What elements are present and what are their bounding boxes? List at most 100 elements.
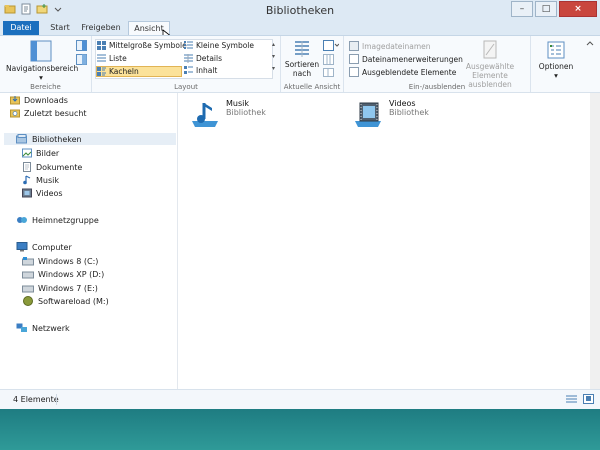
nav-item-bilder[interactable]: Bilder	[22, 147, 59, 159]
layout-mittelgrosse-symbole[interactable]: Mittelgroße Symbole	[97, 41, 187, 50]
ribbon: Navigationsbereich ▾ Bereiche Mittelgroß…	[0, 35, 600, 93]
vertical-scrollbar[interactable]	[590, 93, 600, 389]
details-pane-icon[interactable]	[76, 54, 87, 65]
ausgeblendete-elemente-checkbox[interactable]: Ausgeblendete Elemente	[349, 67, 456, 77]
navigationsbereich-button[interactable]: Navigationsbereich ▾	[6, 40, 78, 82]
tiles-icon	[97, 67, 106, 76]
nav-label: Heimnetzgruppe	[32, 215, 99, 225]
checkbox-label: Ausgeblendete Elemente	[362, 67, 457, 77]
layout-details[interactable]: Details	[184, 54, 222, 63]
tile-type: Bibliothek	[389, 108, 429, 117]
nav-item-downloads[interactable]: Downloads	[10, 94, 68, 106]
hard-drive-icon	[22, 285, 34, 292]
explorer-window: Bibliotheken – □ × Datei Start Freigeben…	[0, 0, 600, 409]
optionen-label: Optionen	[538, 62, 574, 71]
checkbox-unchecked	[349, 67, 359, 77]
window-controls: – □ ×	[511, 1, 597, 17]
nav-label: Dokumente	[36, 162, 83, 172]
nav-item-drive-m[interactable]: Softwareload (M:)	[22, 295, 109, 307]
windows-drive-icon	[22, 256, 34, 265]
list-icon	[97, 54, 106, 62]
tile-name: Musik	[226, 99, 249, 108]
sortieren-label: Sortieren nach	[284, 60, 320, 78]
preview-pane-icon[interactable]	[76, 40, 87, 51]
nav-item-bibliotheken[interactable]: Bibliotheken	[4, 133, 176, 145]
layout-kacheln[interactable]: Kacheln	[96, 66, 182, 77]
layout-option-label: Kacheln	[109, 67, 139, 76]
nav-item-zuletzt-besucht[interactable]: Zuletzt besucht	[10, 107, 87, 119]
homegroup-icon	[17, 217, 27, 223]
window-title: Bibliotheken	[265, 4, 335, 17]
nav-item-heimnetzgruppe[interactable]: Heimnetzgruppe	[16, 214, 99, 226]
nav-item-dokumente[interactable]: Dokumente	[22, 161, 82, 173]
view-switcher	[566, 394, 594, 404]
nav-item-musik[interactable]: Musik	[22, 174, 59, 186]
layout-liste[interactable]: Liste	[97, 54, 127, 63]
tile-name: Videos	[389, 99, 416, 108]
nav-label: Netzwerk	[32, 323, 70, 333]
imagedateinamen-checkbox[interactable]: Imagedateinamen	[349, 41, 431, 51]
nav-label: Softwareload (M:)	[38, 296, 109, 306]
nav-item-computer[interactable]: Computer	[16, 241, 72, 253]
tab-datei[interactable]: Datei	[3, 21, 39, 35]
nav-label: Bibliotheken	[32, 134, 82, 144]
ausgewaehlte-elemente-ausblenden-button[interactable]: Ausgewählte Elemente ausblenden	[452, 40, 528, 89]
sortieren-button[interactable]: Sortieren nach	[284, 40, 320, 78]
help-icon[interactable]	[586, 40, 594, 48]
layout-gallery-scroll[interactable]: ▴ ▾ ▾	[269, 39, 278, 77]
libraries-icon	[16, 134, 27, 144]
navigation-pane-icon	[30, 40, 52, 62]
library-tile-videos[interactable]: Videos Bibliothek	[353, 99, 429, 129]
nav-label: Windows XP (D:)	[38, 269, 105, 279]
downloads-icon	[10, 96, 20, 105]
tab-freigeben[interactable]: Freigeben	[80, 21, 122, 35]
layout-inhalt[interactable]: Inhalt	[184, 66, 217, 75]
checkbox-label: Imagedateinamen	[362, 41, 431, 51]
pictures-icon	[22, 148, 32, 158]
scroll-down-icon[interactable]: ▾	[269, 51, 278, 63]
recent-places-icon	[10, 109, 20, 118]
nav-label: Windows 7 (E:)	[38, 283, 98, 293]
hard-drive-icon	[22, 271, 34, 278]
close-button[interactable]: ×	[559, 1, 597, 17]
nav-item-videos[interactable]: Videos	[22, 187, 63, 199]
nav-label: Computer	[32, 242, 72, 252]
network-drive-icon	[23, 296, 33, 306]
tab-start[interactable]: Start	[46, 21, 74, 35]
library-tile-musik[interactable]: Musik Bibliothek	[190, 99, 266, 129]
nav-item-drive-e[interactable]: Windows 7 (E:)	[22, 282, 98, 294]
group-bereiche: Navigationsbereich ▾ Bereiche	[0, 36, 92, 92]
scroll-up-icon[interactable]: ▴	[269, 39, 278, 51]
options-icon	[547, 41, 565, 59]
chevron-down-icon: ▾	[39, 73, 43, 82]
layout-option-label: Kleine Symbole	[196, 41, 255, 50]
add-columns-icon[interactable]	[323, 54, 334, 65]
size-columns-icon[interactable]	[323, 68, 334, 77]
documents-icon	[23, 162, 31, 172]
content-icon	[184, 66, 193, 74]
expand-gallery-icon[interactable]: ▾	[269, 63, 278, 75]
layout-option-label: Liste	[109, 54, 127, 63]
item-count: 4 Elemente	[13, 395, 59, 404]
layout-option-label: Inhalt	[196, 66, 218, 75]
minimize-button[interactable]: –	[511, 1, 533, 17]
small-icons-icon	[184, 41, 193, 49]
group-label: Layout	[174, 83, 198, 91]
group-ein-ausblenden: Imagedateinamen Dateinamenerweiterungen …	[344, 36, 531, 92]
videos-library-icon	[355, 102, 381, 127]
layout-kleine-symbole[interactable]: Kleine Symbole	[184, 41, 254, 50]
group-layout: Mittelgroße Symbole Liste Kacheln Kleine…	[92, 36, 281, 92]
navigation-pane: Downloads Zuletzt besucht Bibliotheken B…	[0, 93, 178, 389]
status-bar: 4 Elemente	[0, 389, 600, 409]
large-icons-view-icon[interactable]	[583, 394, 594, 404]
group-by-icon[interactable]	[323, 40, 339, 51]
nav-item-drive-c[interactable]: Windows 8 (C:)	[22, 255, 98, 267]
details-view-icon[interactable]	[566, 394, 577, 404]
nav-item-drive-d[interactable]: Windows XP (D:)	[22, 268, 104, 280]
dateinamenerweiterungen-checkbox[interactable]: Dateinamenerweiterungen	[349, 54, 463, 64]
network-icon	[16, 323, 27, 332]
nav-item-netzwerk[interactable]: Netzwerk	[16, 322, 70, 334]
optionen-button[interactable]: Optionen ▾	[537, 40, 575, 80]
checkbox-unchecked	[349, 54, 359, 64]
maximize-button[interactable]: □	[535, 1, 557, 17]
